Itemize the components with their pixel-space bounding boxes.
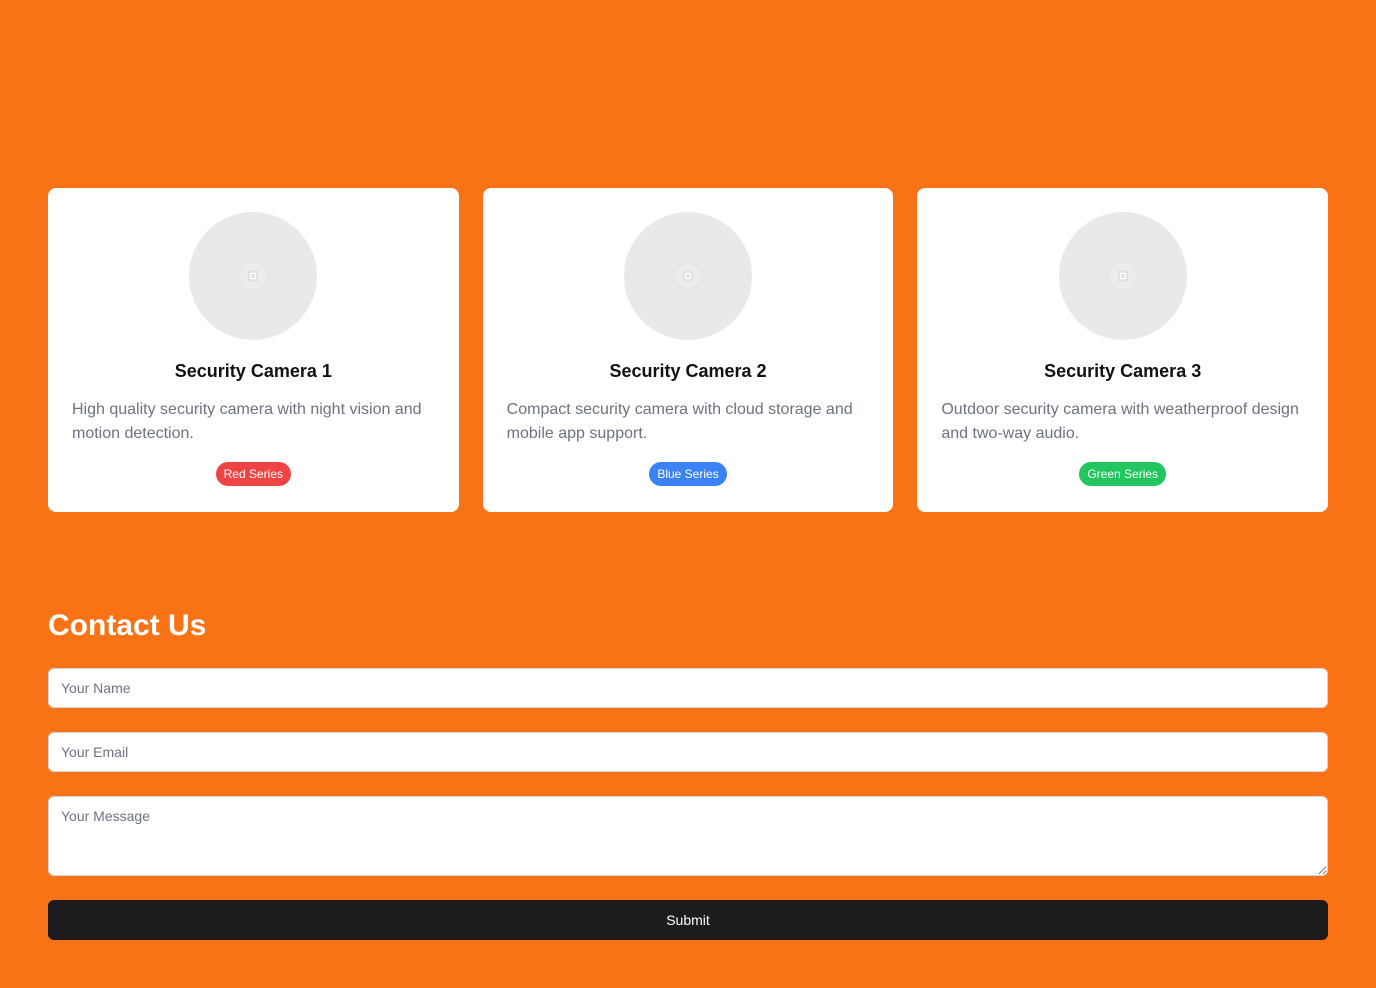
product-image — [1058, 212, 1187, 340]
product-card: Security Camera 1 High quality security … — [48, 188, 459, 512]
contact-heading: Contact Us — [48, 609, 207, 642]
name-input[interactable] — [48, 668, 1328, 708]
product-title: Security Camera 3 — [1044, 361, 1202, 381]
product-description: Outdoor security camera with weatherproo… — [941, 401, 1299, 442]
image-placeholder-icon — [673, 261, 703, 291]
product-title: Security Camera 2 — [609, 361, 767, 381]
message-textarea[interactable] — [48, 796, 1328, 876]
product-title: Security Camera 1 — [174, 361, 332, 381]
product-card: Security Camera 2 Compact security camer… — [482, 188, 894, 512]
product-description: High quality security camera with night … — [72, 401, 422, 442]
series-badge: Green Series — [1079, 462, 1167, 486]
product-image — [624, 212, 752, 340]
image-placeholder-icon — [238, 261, 268, 291]
email-input[interactable] — [48, 732, 1328, 772]
series-badge: Blue Series — [649, 462, 727, 486]
series-badge: Red Series — [215, 462, 292, 486]
product-description: Compact security camera with cloud stora… — [506, 401, 853, 442]
product-card-grid: Security Camera 1 High quality security … — [48, 188, 1329, 512]
product-image — [189, 212, 318, 340]
product-card: Security Camera 3 Outdoor security camer… — [917, 188, 1329, 512]
image-placeholder-icon — [1108, 261, 1138, 291]
submit-button[interactable]: Submit — [48, 900, 1328, 940]
